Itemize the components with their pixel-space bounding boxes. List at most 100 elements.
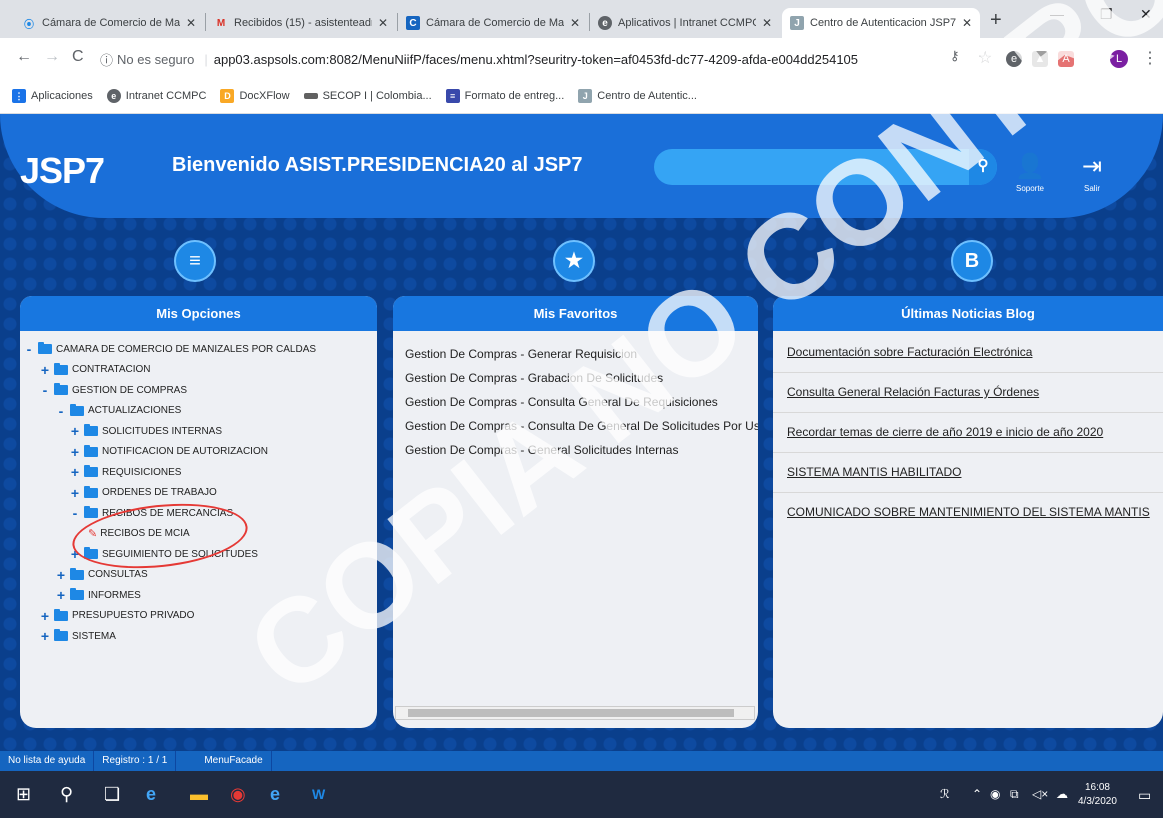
close-icon[interactable]: ✕ bbox=[570, 16, 580, 30]
tree-node[interactable]: - CAMARA DE COMERCIO DE MANIZALES POR CAL… bbox=[20, 339, 377, 360]
tree-node-label: RECIBOS DE MCIA bbox=[100, 528, 190, 540]
people-icon[interactable]: ℛ bbox=[940, 787, 950, 801]
star-icon[interactable]: ★ bbox=[553, 240, 595, 282]
bookmark-secop[interactable]: SECOP I | Colombia... bbox=[303, 90, 432, 102]
blogger-icon[interactable]: B bbox=[951, 240, 993, 282]
expand-icon[interactable]: + bbox=[40, 629, 50, 643]
close-icon[interactable]: ✕ bbox=[378, 16, 388, 30]
notifications-icon[interactable]: ▭ bbox=[1138, 787, 1151, 804]
expand-icon[interactable]: + bbox=[56, 588, 66, 602]
expand-icon[interactable]: + bbox=[70, 486, 80, 500]
app-header: JSP7 Bienvenido ASIST.PRESIDENCIA20 al J… bbox=[0, 114, 1163, 218]
collapse-icon[interactable]: - bbox=[70, 506, 80, 520]
chevron-up-icon[interactable]: ⌃ bbox=[972, 787, 982, 801]
onedrive-icon[interactable]: ☁ bbox=[1056, 787, 1068, 801]
browser-tab[interactable]: M Recibidos (15) - asistenteadmi ✕ bbox=[206, 8, 396, 38]
tree-node[interactable]: + SOLICITUDES INTERNAS bbox=[20, 421, 377, 442]
tree-node[interactable]: + NOTIFICACION DE AUTORIZACION bbox=[20, 442, 377, 463]
browser-tab[interactable]: C Cámara de Comercio de Maniz ✕ bbox=[398, 8, 588, 38]
favorite-link[interactable]: Gestion De Compras - Grabacion De Solici… bbox=[393, 367, 758, 391]
scrollbar-thumb[interactable] bbox=[408, 709, 734, 717]
news-link[interactable]: SISTEMA MANTIS HABILITADO bbox=[773, 453, 1163, 493]
favorite-link[interactable]: Gestion De Compras - Generar Requisicion bbox=[393, 343, 758, 367]
list-icon[interactable]: ≡ bbox=[174, 240, 216, 282]
collapse-icon[interactable]: - bbox=[24, 342, 34, 356]
tree-node[interactable]: - RECIBOS DE MERCANCIAS bbox=[20, 503, 377, 524]
close-icon[interactable]: ✕ bbox=[962, 16, 972, 30]
tree-node[interactable]: + CONTRATACION bbox=[20, 360, 377, 381]
expand-icon[interactable]: + bbox=[70, 465, 80, 479]
drive-icon[interactable]: ▲ bbox=[1032, 51, 1048, 67]
edge-icon[interactable]: e bbox=[270, 783, 280, 805]
word-icon[interactable]: W bbox=[312, 783, 325, 805]
bookmark-formato[interactable]: ≡ Formato de entreg... bbox=[445, 88, 564, 103]
tree-node[interactable]: ✎ RECIBOS DE MCIA bbox=[20, 524, 377, 545]
tree-node[interactable]: + SISTEMA bbox=[20, 626, 377, 647]
close-icon[interactable]: ✕ bbox=[186, 16, 196, 30]
window-close-icon[interactable]: ✕ bbox=[1140, 6, 1152, 23]
key-icon[interactable]: ⚷ bbox=[950, 48, 960, 64]
chrome-tray-icon[interactable]: ◉ bbox=[990, 787, 1000, 801]
extension-icon[interactable]: e bbox=[1006, 51, 1022, 67]
bookmark-docxflow[interactable]: D DocXFlow bbox=[220, 88, 290, 103]
tree-node[interactable]: + REQUISICIONES bbox=[20, 462, 377, 483]
new-tab-icon[interactable]: + bbox=[990, 9, 1002, 32]
news-link[interactable]: Consulta General Relación Facturas y Órd… bbox=[773, 373, 1163, 413]
bookmark-intranet[interactable]: e Intranet CCMPC bbox=[106, 88, 206, 103]
bookmark-centro[interactable]: J Centro de Autentic... bbox=[578, 88, 697, 103]
news-link[interactable]: COMUNICADO SOBRE MANTENIMIENTO DEL SISTE… bbox=[773, 493, 1163, 533]
expand-icon[interactable]: + bbox=[56, 568, 66, 582]
favorite-link[interactable]: Gestion De Compras - General Solicitudes… bbox=[393, 439, 758, 463]
browser-tab[interactable]: e Aplicativos | Intranet CCMPC ✕ bbox=[590, 8, 780, 38]
reload-icon[interactable]: C bbox=[72, 48, 84, 66]
browser-tab-active[interactable]: J Centro de Autenticacion JSP7 ✕ bbox=[782, 8, 980, 38]
menu-kebab-icon[interactable]: ⋮ bbox=[1142, 48, 1158, 68]
tree-node[interactable]: - GESTION DE COMPRAS bbox=[20, 380, 377, 401]
news-link[interactable]: Recordar temas de cierre de año 2019 e i… bbox=[773, 413, 1163, 453]
expand-icon[interactable]: + bbox=[40, 609, 50, 623]
tree-node[interactable]: + INFORMES bbox=[20, 585, 377, 606]
system-clock[interactable]: 16:08 4/3/2020 bbox=[1078, 781, 1117, 809]
tree-node[interactable]: + ORDENES DE TRABAJO bbox=[20, 483, 377, 504]
volume-icon[interactable]: ◁× bbox=[1032, 787, 1048, 801]
profile-avatar[interactable]: L bbox=[1110, 50, 1128, 68]
tree-node[interactable]: - ACTUALIZACIONES bbox=[20, 401, 377, 422]
network-icon[interactable]: ⧉ bbox=[1010, 787, 1019, 802]
news-link[interactable]: Documentación sobre Facturación Electrón… bbox=[773, 333, 1163, 373]
tab-title: Centro de Autenticacion JSP7 bbox=[810, 17, 956, 29]
windows-start-icon[interactable]: ⊞ bbox=[16, 783, 31, 805]
tree-node[interactable]: + CONSULTAS bbox=[20, 565, 377, 586]
horizontal-scrollbar[interactable] bbox=[395, 706, 755, 720]
expand-icon[interactable]: + bbox=[70, 445, 80, 459]
expand-icon[interactable]: + bbox=[40, 363, 50, 377]
expand-icon[interactable]: + bbox=[70, 547, 80, 561]
pdf-icon[interactable]: A bbox=[1058, 51, 1074, 67]
minimize-icon[interactable]: — bbox=[1050, 6, 1064, 22]
ie-icon[interactable]: e bbox=[146, 783, 156, 805]
exit-button[interactable]: ⇥ Salir bbox=[1072, 152, 1112, 200]
back-icon[interactable]: ← bbox=[16, 48, 32, 66]
search-icon[interactable]: ⚲ bbox=[60, 783, 73, 805]
restore-icon[interactable]: ❐ bbox=[1100, 6, 1113, 23]
star-icon[interactable]: ☆ bbox=[978, 48, 992, 68]
tree-node-label: REQUISICIONES bbox=[102, 466, 182, 478]
url-field[interactable]: ⓘ No es seguro | app03.aspsols.com:8082/… bbox=[100, 46, 930, 72]
task-view-icon[interactable]: ❏ bbox=[104, 783, 120, 805]
tree-node[interactable]: + PRESUPUESTO PRIVADO bbox=[20, 606, 377, 627]
tree-node[interactable]: + SEGUIMIENTO DE SOLICITUDES bbox=[20, 544, 377, 565]
support-button[interactable]: 👤 Soporte bbox=[1010, 152, 1050, 200]
jsp7-icon: J bbox=[578, 88, 593, 103]
forward-icon[interactable]: → bbox=[44, 48, 60, 66]
file-explorer-icon[interactable]: ▬ bbox=[190, 783, 208, 805]
close-icon[interactable]: ✕ bbox=[762, 16, 772, 30]
chrome-icon[interactable]: ◉ bbox=[230, 783, 246, 805]
favorite-link[interactable]: Gestion De Compras - Consulta General De… bbox=[393, 391, 758, 415]
search-input[interactable]: ⚲ bbox=[654, 149, 997, 185]
collapse-icon[interactable]: - bbox=[40, 383, 50, 397]
browser-tab[interactable]: ⦿ Cámara de Comercio de Maniz ✕ bbox=[14, 8, 204, 38]
expand-icon[interactable]: + bbox=[70, 424, 80, 438]
favorite-link[interactable]: Gestion De Compras - Consulta De General… bbox=[393, 415, 758, 439]
collapse-icon[interactable]: - bbox=[56, 404, 66, 418]
bookmark-apps[interactable]: ⋮ Aplicaciones bbox=[12, 88, 93, 103]
search-icon[interactable]: ⚲ bbox=[969, 149, 997, 185]
